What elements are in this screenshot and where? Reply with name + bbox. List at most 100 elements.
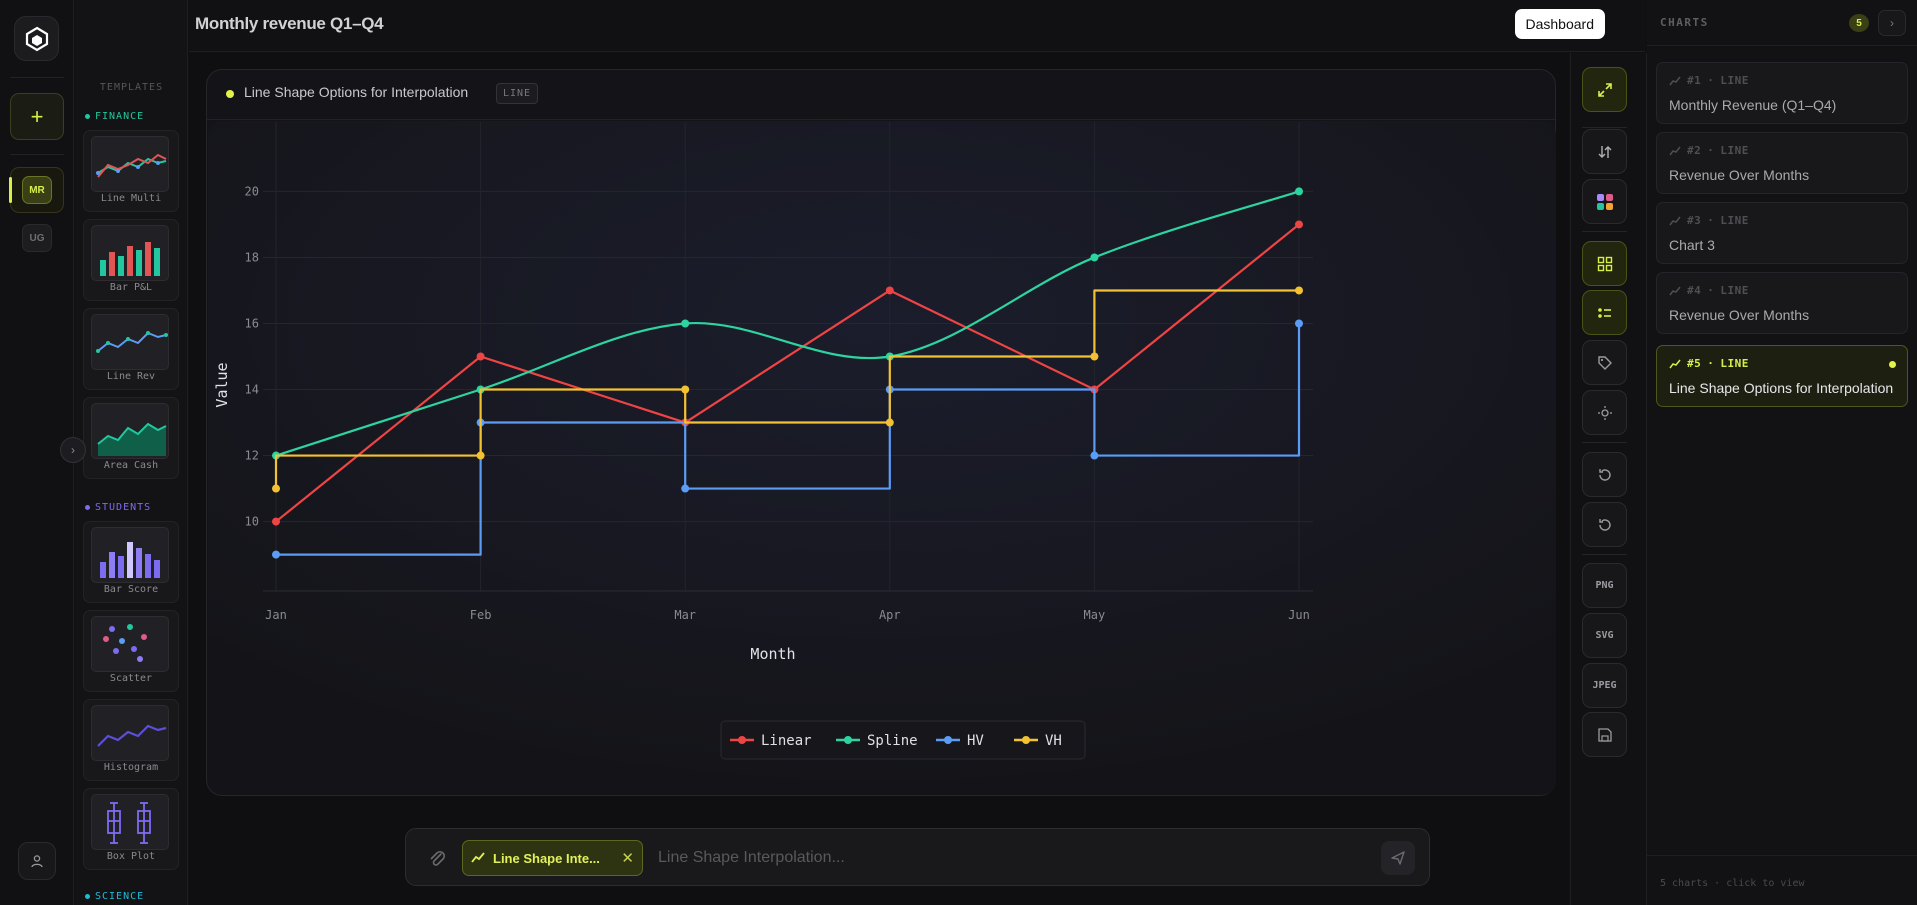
chart-type: LINE [1720,74,1749,87]
meta-separator: · [1707,357,1715,370]
status-dot [226,90,234,98]
section-label: STUDENTS [95,502,152,513]
fullscreen-button[interactable] [1582,67,1627,112]
chart-card-title: Line Shape Options for Interpolation [244,84,469,100]
export-png-button[interactable]: PNG [1582,563,1627,608]
data-point [1090,253,1099,262]
theme-icon [1597,405,1612,420]
user-profile-button[interactable] [18,842,56,880]
send-button[interactable] [1381,841,1415,875]
template-label: Line Multi [100,193,162,204]
data-point [476,451,485,460]
sidebar-collapse-button[interactable]: › [60,437,86,463]
swap-axes-icon [1598,145,1611,158]
chart-list-item[interactable]: #4 · LINE Revenue Over Months [1656,272,1908,334]
chevron-right-icon: › [1890,16,1894,30]
panel-collapse-button[interactable]: › [1878,10,1906,36]
chart-list-name: Chart 3 [1669,237,1715,253]
swap-axes-button[interactable] [1582,129,1627,174]
chart-list-meta: #2 · LINE [1669,144,1749,157]
legend-toggle-button[interactable] [1582,290,1627,335]
data-point [681,319,690,328]
template-label: Bar Score [103,584,159,595]
template-area-cash[interactable]: Area Cash [83,397,179,479]
legend-label: VH [1045,733,1062,749]
undo-button[interactable] [1582,452,1627,497]
data-point [1295,187,1303,196]
chart-list-meta: #4 · LINE [1669,284,1749,297]
data-point [885,286,894,295]
attach-icon[interactable] [426,847,448,869]
close-icon[interactable]: ✕ [621,849,634,867]
export-svg-button[interactable]: SVG [1582,613,1627,658]
line-chart-icon [1669,146,1681,155]
project-chip-mr[interactable]: MR [22,176,52,204]
chart-list-name: Monthly Revenue (Q1–Q4) [1669,97,1837,113]
line-chart-icon [1669,286,1681,295]
active-chart-dot [1889,361,1896,368]
line-chart-icon [1669,359,1681,368]
context-chip-label: Line Shape Inte... [493,850,600,866]
toolbar-divider [1582,231,1627,232]
template-label: Box Plot [106,851,156,862]
chart-list-item[interactable]: #3 · LINE Chart 3 [1656,202,1908,264]
template-box-plot[interactable]: Box Plot [83,788,179,870]
theme-button[interactable] [1582,390,1627,435]
templates-sidebar: TEMPLATES FINANCE Line Multi Bar P&L Lin… [75,0,188,905]
template-label: Bar P&L [109,282,153,293]
save-button[interactable] [1582,712,1627,757]
template-thumbnail [91,705,169,761]
template-bar-pl[interactable]: Bar P&L [83,219,179,301]
dashboard-button[interactable]: Dashboard [1514,9,1605,39]
grid-toggle-button[interactable] [1582,241,1627,286]
export-jpeg-button[interactable]: JPEG [1582,663,1627,708]
chart-type: LINE [1720,357,1749,370]
context-chip[interactable]: Line Shape Inte... ✕ [462,840,643,876]
app-logo[interactable] [14,16,59,61]
template-scatter[interactable]: Scatter [83,610,179,692]
template-line-rev[interactable]: Line Rev [83,308,179,390]
line-chart-icon [1669,216,1681,225]
chart-list-name: Line Shape Options for Interpolation [1669,380,1894,396]
chart-card: Line Shape Options for Interpolation LIN… [206,69,1556,796]
meta-separator: · [1707,214,1715,227]
redo-icon [1598,518,1611,531]
new-chart-button[interactable]: + [10,93,64,140]
template-line-multi[interactable]: Line Multi [83,130,179,212]
chart-list-item[interactable]: #1 · LINE Monthly Revenue (Q1–Q4) [1656,62,1908,124]
template-thumbnail [91,616,169,672]
x-tick-label: Jan [265,608,287,622]
chart-id: #4 [1687,284,1702,297]
section-label: SCIENCE [95,891,145,902]
project-chip-ug[interactable]: UG [22,224,52,252]
chevron-right-icon: › [71,443,75,457]
template-label: Histogram [103,762,159,773]
charts-panel: CHARTS 5 › #1 · LINE Monthly Revenue (Q1–Q4… [1647,0,1917,905]
chart-list-item[interactable]: #5 · LINE Line Shape Options for Interpolat… [1656,345,1908,407]
labels-button[interactable] [1582,340,1627,385]
legend-marker [844,736,852,744]
template-bar-score[interactable]: Bar Score [83,521,179,603]
x-axis-title: Month [750,645,795,663]
data-point [885,418,894,427]
palette-button[interactable] [1582,179,1627,224]
data-point [1295,319,1303,328]
section-finance: FINANCE [85,111,144,122]
save-icon [1597,727,1612,742]
line-chart-icon [1669,76,1681,85]
chart-legend: Linear Spline HV VH [720,720,1086,760]
prompt-bar: Line Shape Inte... ✕ [405,828,1430,886]
toolbar-divider [1582,554,1627,555]
chart-list-meta: #3 · LINE [1669,214,1749,227]
chart-id: #1 [1687,74,1702,87]
data-point [272,517,280,526]
chart-list-item[interactable]: #2 · LINE Revenue Over Months [1656,132,1908,194]
chart-id: #3 [1687,214,1702,227]
chart-list-name: Revenue Over Months [1669,167,1810,183]
redo-button[interactable] [1582,502,1627,547]
template-thumbnail [91,794,169,850]
template-histogram[interactable]: Histogram [83,699,179,781]
charts-panel-footer: 5 charts · click to view [1660,878,1805,889]
chart-list-meta: #1 · LINE [1669,74,1749,87]
prompt-input[interactable] [658,846,1358,870]
